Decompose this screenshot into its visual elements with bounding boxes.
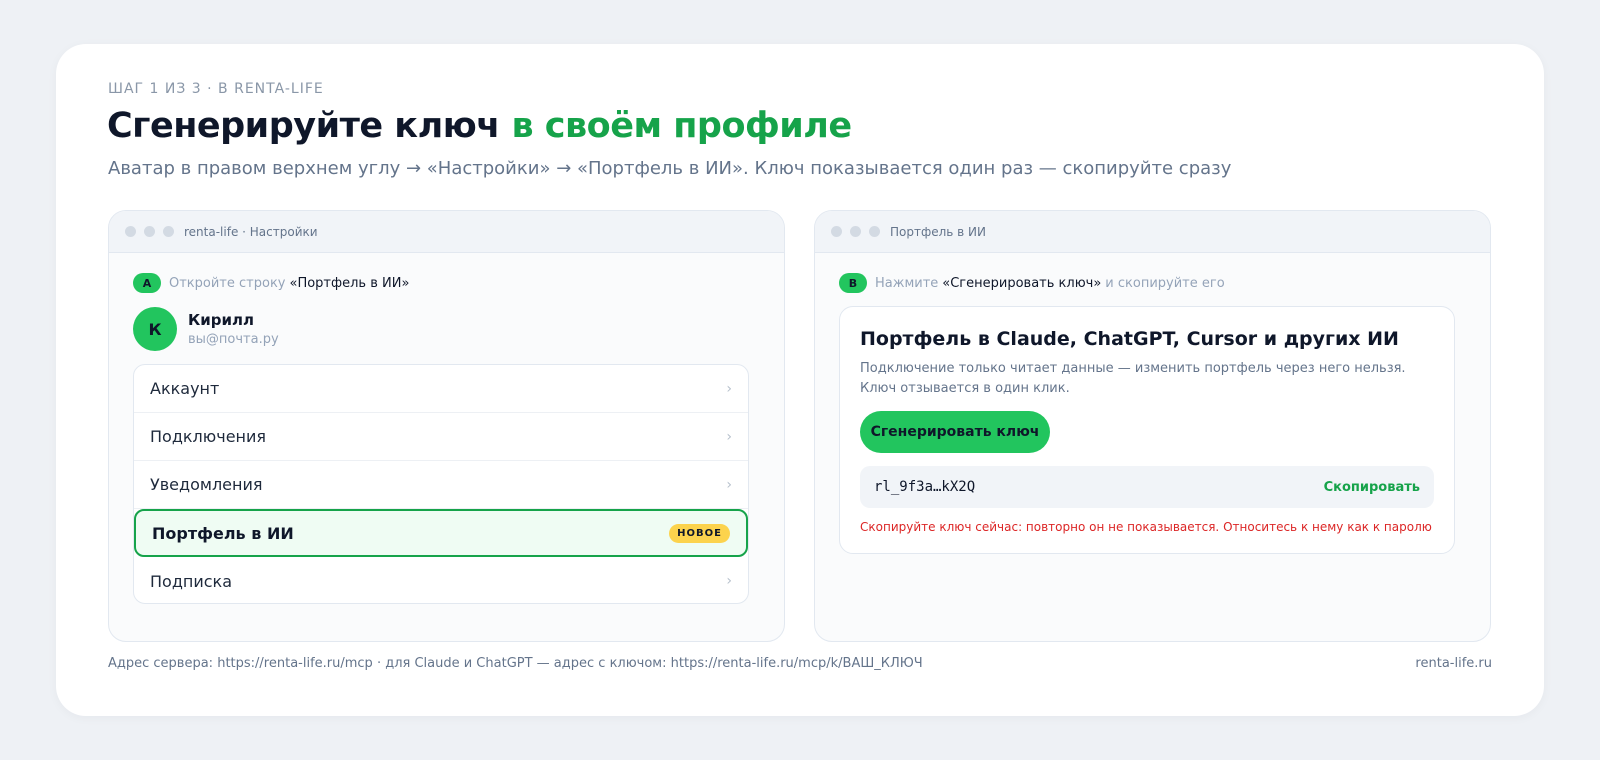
copy-button[interactable]: Скопировать — [1324, 480, 1420, 495]
window-titlebar: Портфель в ИИ — [815, 211, 1490, 253]
server-address-note: Адрес сервера: https://renta-life.ru/mcp… — [108, 656, 923, 671]
user-email: вы@почта.ру — [188, 332, 279, 347]
instruction-suffix: и скопируйте его — [1105, 275, 1225, 291]
window-dot-icon — [125, 226, 136, 237]
ai-key-card: Портфель в Claude, ChatGPT, Cursor и дру… — [839, 306, 1455, 554]
title-green-part: в своём профиле — [511, 106, 852, 146]
window-title: renta-life · Настройки — [184, 224, 318, 239]
settings-menu: Аккаунт › Подключения › Уведомления › По… — [133, 364, 749, 604]
menu-item-account[interactable]: Аккаунт › — [134, 365, 748, 413]
window-titlebar: renta-life · Настройки — [109, 211, 784, 253]
page-subtitle: Аватар в правом верхнем углу → «Настройк… — [108, 158, 1232, 179]
menu-item-portfolio-ai[interactable]: Портфель в ИИ НОВОЕ — [134, 509, 748, 557]
title-dark-part: Сгенерируйте ключ — [107, 106, 512, 146]
instruction-strong: «Портфель в ИИ» — [289, 275, 410, 291]
menu-item-label: Уведомления — [150, 475, 263, 494]
window-dot-icon — [850, 226, 861, 237]
page-title: Сгенерируйте ключ в своём профиле — [107, 106, 852, 146]
chevron-right-icon: › — [726, 476, 732, 493]
key-warning: Скопируйте ключ сейчас: повторно он не п… — [860, 520, 1432, 534]
step-badge-b: B — [839, 273, 867, 293]
instruction-card: ШАГ 1 ИЗ 3 · В RENTA-LIFE Сгенерируйте к… — [56, 44, 1544, 716]
site-domain: renta-life.ru — [1415, 656, 1492, 671]
instruction-text: Нажмите — [875, 275, 939, 291]
avatar[interactable]: К — [133, 307, 177, 351]
menu-item-notifications[interactable]: Уведомления › — [134, 461, 748, 509]
user-name: Кирилл — [188, 311, 254, 329]
window-dot-icon — [831, 226, 842, 237]
step-instruction-a: A Откройте строку «Портфель в ИИ» — [133, 273, 413, 293]
user-info: Кирилл вы@почта.ру — [188, 311, 279, 347]
step-badge-a: A — [133, 273, 161, 293]
instruction-text: Откройте строку — [169, 275, 286, 291]
user-profile: К Кирилл вы@почта.ру — [133, 307, 279, 351]
menu-item-connections[interactable]: Подключения › — [134, 413, 748, 461]
chevron-right-icon: › — [726, 380, 732, 397]
menu-item-label: Аккаунт — [150, 379, 220, 398]
new-badge: НОВОЕ — [669, 523, 730, 543]
card-title: Портфель в Claude, ChatGPT, Cursor и дру… — [860, 328, 1399, 350]
instruction-strong: «Сгенерировать ключ» — [942, 275, 1102, 291]
portfolio-ai-window: Портфель в ИИ B Нажмите «Сгенерировать к… — [814, 210, 1491, 642]
step-label: ШАГ 1 ИЗ 3 · В RENTA-LIFE — [108, 81, 324, 97]
menu-item-label: Портфель в ИИ — [152, 523, 294, 543]
window-dot-icon — [144, 226, 155, 237]
key-value: rl_9f3a…kX2Q — [874, 479, 976, 495]
step-instruction-b: B Нажмите «Сгенерировать ключ» и скопиру… — [839, 273, 1225, 293]
window-title: Портфель в ИИ — [890, 224, 987, 239]
window-dot-icon — [869, 226, 880, 237]
menu-item-subscription[interactable]: Подписка › — [134, 557, 748, 603]
key-display: rl_9f3a…kX2Q Скопировать — [860, 466, 1434, 508]
generate-key-button[interactable]: Сгенерировать ключ — [860, 411, 1050, 453]
card-description: Подключение только читает данные — измен… — [860, 361, 1406, 396]
menu-item-label: Подключения — [150, 427, 267, 446]
chevron-right-icon: › — [726, 428, 732, 445]
menu-item-label: Подписка — [150, 571, 233, 591]
window-dot-icon — [163, 226, 174, 237]
chevron-right-icon: › — [726, 573, 732, 589]
settings-window: renta-life · Настройки A Откройте строку… — [108, 210, 785, 642]
